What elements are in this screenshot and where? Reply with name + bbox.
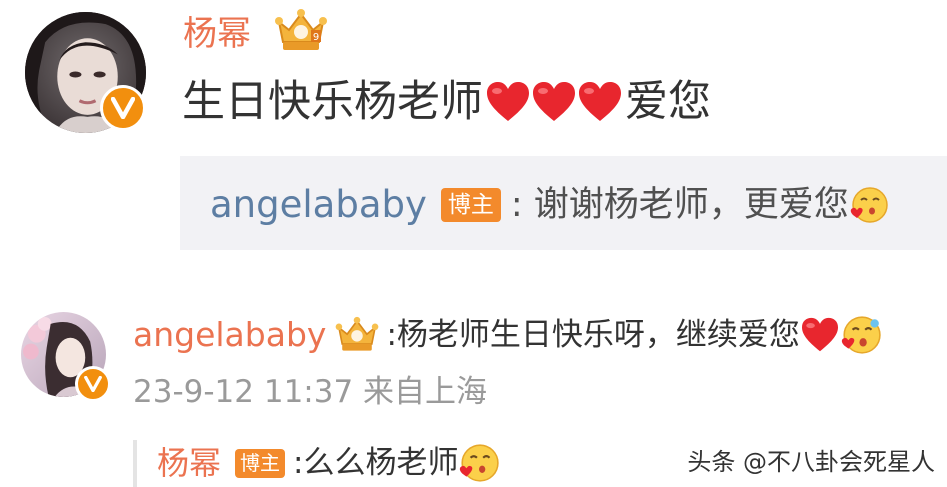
- kiss-emoji-icon: [460, 444, 500, 482]
- crown-badge-icon[interactable]: [334, 315, 380, 355]
- reply-box: angelababy 博主 : 谢谢杨老师，更爱您: [180, 156, 947, 250]
- heart-icon: [579, 82, 621, 121]
- comment-text: 生日快乐杨老师: [182, 77, 483, 127]
- reply-text: :么么杨老师: [293, 445, 459, 481]
- reply-author[interactable]: 杨幂: [157, 441, 221, 485]
- comment-meta: 23-9-12 11:37 来自上海: [133, 374, 488, 410]
- weibo-comment-screenshot: 杨幂 9 生日快乐杨老师 爱您 angelababy 博主: 谢谢杨老师，更爱…: [0, 0, 947, 487]
- reply-text: : 谢谢杨老师，更爱您: [510, 185, 849, 225]
- heart-icon: [487, 82, 529, 121]
- hearts-group: [485, 81, 623, 123]
- watermark: 头条 @不八卦会死星人: [687, 448, 935, 476]
- verified-v-icon: [100, 85, 146, 131]
- comment-text: :杨老师生日快乐呀，继续爱您: [386, 317, 800, 353]
- reply-divider: [133, 440, 137, 487]
- blogger-tag: 博主: [235, 448, 286, 478]
- verified-v-icon: [75, 366, 111, 402]
- comment-author[interactable]: 杨幂: [183, 12, 251, 56]
- comment-author[interactable]: angelababy: [133, 310, 326, 360]
- comment-body: 生日快乐杨老师 爱您: [182, 75, 711, 129]
- reply-item: 杨幂 博主 :么么杨老师: [157, 441, 500, 485]
- heart-icon: [533, 82, 575, 121]
- reply-author[interactable]: angelababy: [210, 182, 427, 228]
- comment-text-suffix: 爱您: [625, 77, 711, 127]
- reply-item: angelababy 博主 : 谢谢杨老师，更爱您: [210, 182, 889, 228]
- comment-header: angelababy :杨老师生日快乐呀，继续爱您: [133, 310, 882, 360]
- heart-icon: [801, 317, 838, 352]
- svg-text:9: 9: [313, 32, 319, 43]
- crown-badge-icon[interactable]: 9: [273, 8, 329, 54]
- kiss-emoji-icon: [850, 187, 888, 223]
- blogger-tag: 博主: [440, 188, 501, 222]
- kiss-emoji-icon: [841, 316, 881, 354]
